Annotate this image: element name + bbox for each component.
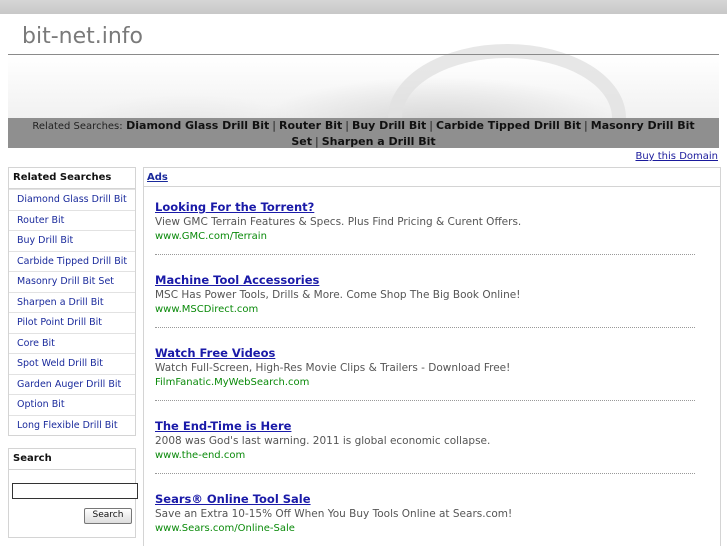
related-bar-label: Related Searches: <box>32 121 123 132</box>
ad-listing: The End-Time is Here 2008 was God's last… <box>155 419 695 463</box>
title-rule <box>8 54 719 55</box>
ads-rule <box>144 186 720 187</box>
ads-label[interactable]: Ads <box>147 172 168 183</box>
sidebar-heading: Related Searches <box>9 168 135 189</box>
related-bar-item[interactable]: Diamond Glass Drill Bit <box>126 119 269 132</box>
ads-panel: Ads Looking For the Torrent? View GMC Te… <box>143 167 721 546</box>
ad-listing: Looking For the Torrent? View GMC Terrai… <box>155 200 695 244</box>
related-bar-separator: | <box>584 119 588 132</box>
related-bar-separator: | <box>314 135 319 148</box>
top-band <box>0 0 727 14</box>
sidebar-item[interactable]: Core Bit <box>9 332 135 354</box>
ad-separator <box>155 473 695 474</box>
search-input[interactable] <box>12 483 138 499</box>
related-bar-item[interactable]: Buy Drill Bit <box>352 119 426 132</box>
ad-separator <box>155 327 695 328</box>
ad-separator <box>155 400 695 401</box>
ad-url[interactable]: www.Sears.com/Online-Sale <box>155 522 695 536</box>
ad-listing: Machine Tool Accessories MSC Has Power T… <box>155 273 695 317</box>
ad-url[interactable]: www.the-end.com <box>155 449 695 463</box>
related-searches-bar: Related Searches: Diamond Glass Drill Bi… <box>8 118 719 148</box>
related-bar-item[interactable]: Sharpen a Drill Bit <box>322 135 436 148</box>
buy-domain-link[interactable]: Buy this Domain <box>635 151 718 162</box>
site-title[interactable]: bit-net.info <box>22 24 143 49</box>
sidebar-item[interactable]: Router Bit <box>9 209 135 231</box>
sidebar-item[interactable]: Garden Auger Drill Bit <box>9 373 135 395</box>
sidebar-item[interactable]: Masonry Drill Bit Set <box>9 271 135 292</box>
sidebar: Related Searches Diamond Glass Drill Bit… <box>8 167 138 538</box>
ad-title[interactable]: Sears® Online Tool Sale <box>155 492 695 507</box>
header: bit-net.info <box>8 14 719 118</box>
search-button[interactable]: Search <box>84 508 132 524</box>
ad-listing: Sears® Online Tool Sale Save an Extra 10… <box>155 492 695 536</box>
ad-url[interactable]: www.GMC.com/Terrain <box>155 230 695 244</box>
sidebar-item[interactable]: Long Flexible Drill Bit <box>9 414 135 436</box>
sidebar-item[interactable]: Diamond Glass Drill Bit <box>9 189 135 210</box>
search-box: Search Search <box>8 448 138 538</box>
sidebar-item[interactable]: Sharpen a Drill Bit <box>9 291 135 313</box>
search-heading: Search <box>9 449 135 470</box>
sidebar-item[interactable]: Spot Weld Drill Bit <box>9 353 135 374</box>
related-bar-item[interactable]: Carbide Tipped Drill Bit <box>436 119 581 132</box>
related-bar-item[interactable]: Router Bit <box>279 119 342 132</box>
sidebar-item[interactable]: Option Bit <box>9 394 135 415</box>
ad-url[interactable]: FilmFanatic.MyWebSearch.com <box>155 376 695 390</box>
sidebar-item[interactable]: Buy Drill Bit <box>9 230 135 251</box>
sidebar-item[interactable]: Pilot Point Drill Bit <box>9 312 135 333</box>
ad-listing: Watch Free Videos Watch Full-Screen, Hig… <box>155 346 695 390</box>
related-bar-separator: | <box>272 119 276 132</box>
ad-description: Watch Full-Screen, High-Res Movie Clips … <box>155 362 511 374</box>
related-bar-separator: | <box>345 119 349 132</box>
ad-title[interactable]: Watch Free Videos <box>155 346 695 361</box>
ad-separator <box>155 254 695 255</box>
related-bar-separator: | <box>429 119 434 132</box>
ad-title[interactable]: Looking For the Torrent? <box>155 200 695 215</box>
ad-description: Save an Extra 10-15% Off When You Buy To… <box>155 508 513 520</box>
ad-url[interactable]: www.MSCDirect.com <box>155 303 695 317</box>
ad-description: MSC Has Power Tools, Drills & More. Come… <box>155 289 521 301</box>
ad-title[interactable]: The End-Time is Here <box>155 419 695 434</box>
ad-description: View GMC Terrain Features & Specs. Plus … <box>155 216 522 228</box>
ad-description: 2008 was God's last warning. 2011 is glo… <box>155 435 491 447</box>
related-searches-box: Related Searches Diamond Glass Drill Bit… <box>8 167 136 436</box>
sidebar-item[interactable]: Carbide Tipped Drill Bit <box>9 250 135 272</box>
ad-title[interactable]: Machine Tool Accessories <box>155 273 695 288</box>
